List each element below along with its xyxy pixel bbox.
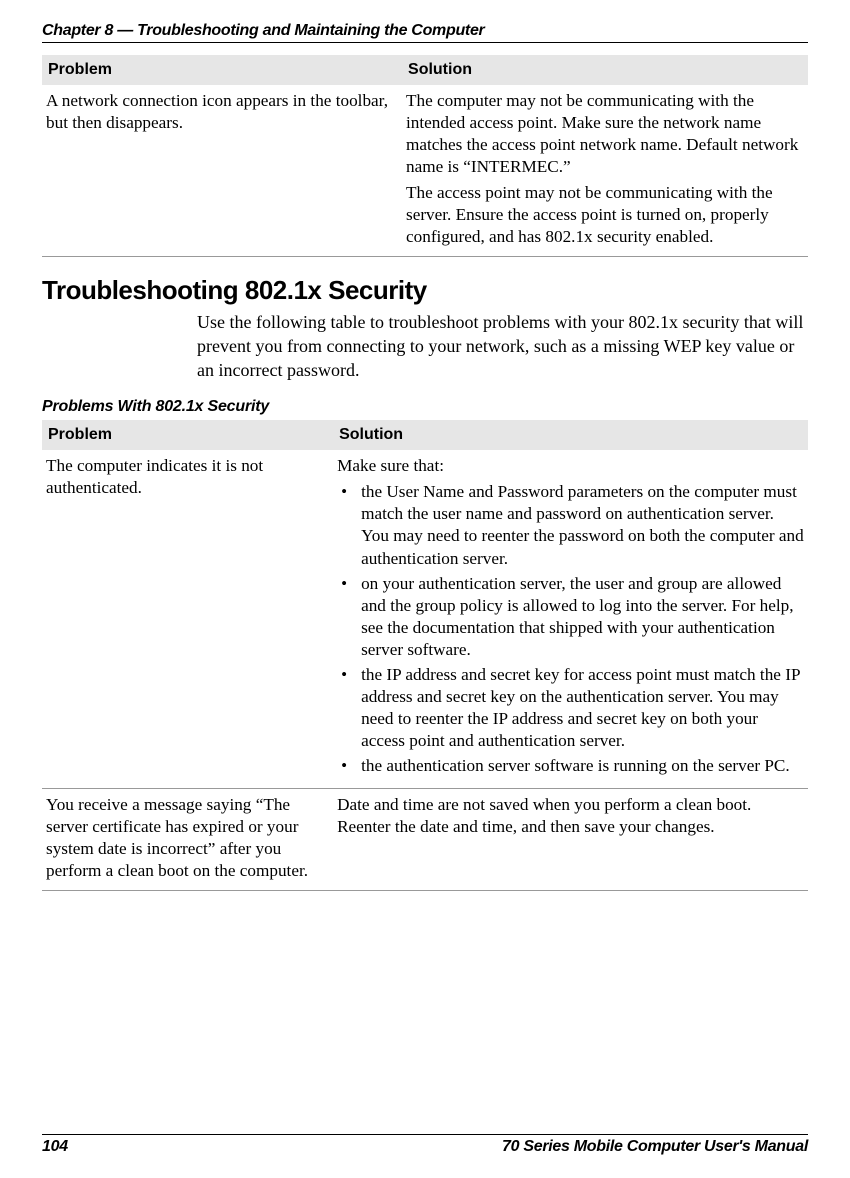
table-row: You receive a message saying “The server… xyxy=(42,788,808,890)
t2-header-solution: Solution xyxy=(333,420,808,450)
list-item: the authentication server software is ru… xyxy=(337,755,804,777)
list-item: the IP address and secret key for access… xyxy=(337,664,804,752)
chapter-header: Chapter 8 — Troubleshooting and Maintain… xyxy=(42,22,808,43)
troubleshoot-table-1: Problem Solution A network connection ic… xyxy=(42,55,808,257)
t1-header-solution: Solution xyxy=(402,55,808,85)
list-item: on your authentication server, the user … xyxy=(337,573,804,661)
list-item: the User Name and Password parameters on… xyxy=(337,481,804,569)
section-intro: Use the following table to troubleshoot … xyxy=(197,310,808,382)
section-heading: Troubleshooting 802.1x Security xyxy=(42,275,808,306)
table-row: The computer indicates it is not authent… xyxy=(42,450,808,788)
t1-r1-solution-p1: The computer may not be communicating wi… xyxy=(406,90,804,178)
page-number: 104 xyxy=(42,1138,68,1156)
page-footer: 104 70 Series Mobile Computer User's Man… xyxy=(42,1134,808,1156)
t2-r1-solution: Make sure that: the User Name and Passwo… xyxy=(333,450,808,788)
t2-r2-problem: You receive a message saying “The server… xyxy=(42,788,333,890)
t2-header-problem: Problem xyxy=(42,420,333,450)
t1-r1-problem: A network connection icon appears in the… xyxy=(42,85,402,257)
t2-r1-problem: The computer indicates it is not authent… xyxy=(42,450,333,788)
t2-r2-solution: Date and time are not saved when you per… xyxy=(333,788,808,890)
t2-r1-solution-lead: Make sure that: xyxy=(337,455,804,477)
table2-caption: Problems With 802.1x Security xyxy=(42,398,808,416)
t1-r1-solution-p2: The access point may not be communicatin… xyxy=(406,182,804,248)
troubleshoot-table-2: Problem Solution The computer indicates … xyxy=(42,420,808,890)
manual-title: 70 Series Mobile Computer User's Manual xyxy=(502,1138,808,1156)
t2-r1-bullet-list: the User Name and Password parameters on… xyxy=(337,481,804,776)
table-row: A network connection icon appears in the… xyxy=(42,85,808,257)
t1-header-problem: Problem xyxy=(42,55,402,85)
t1-r1-solution: The computer may not be communicating wi… xyxy=(402,85,808,257)
